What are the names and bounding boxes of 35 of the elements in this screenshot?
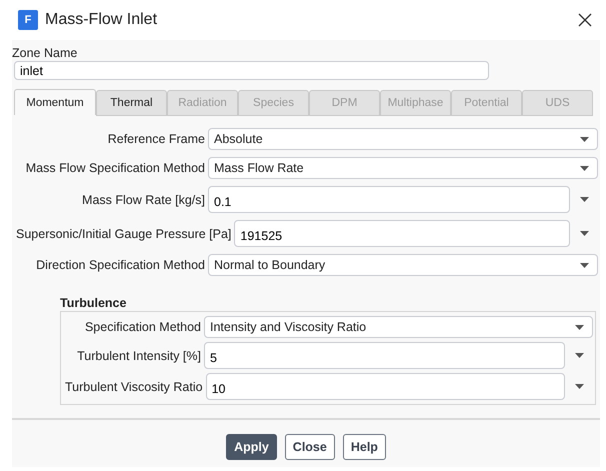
section-title: Turbulence — [60, 296, 128, 310]
dialog-button[interactable]: Close — [284, 434, 335, 460]
caret-icon — [580, 262, 589, 268]
input-field[interactable]: 191525 — [234, 220, 570, 247]
field-label: Zone Name — [12, 46, 78, 60]
caret-icon — [580, 166, 589, 170]
caret-icon — [580, 197, 588, 202]
caret-icon — [580, 136, 589, 142]
input-field[interactable]: 0.1 — [208, 186, 570, 213]
input-field[interactable]: 5 — [204, 342, 565, 369]
window-title: Mass-Flow Inlet — [45, 11, 158, 29]
dropdown[interactable]: Absolute — [208, 128, 598, 150]
input-field[interactable]: 10 — [206, 373, 565, 400]
field-label: Reference Frame — [106, 132, 206, 146]
app-icon: F — [18, 10, 38, 30]
dialog-button[interactable]: Help — [342, 434, 386, 460]
tab[interactable]: Thermal — [96, 90, 167, 116]
field-label: Mass Flow Rate [kg/s] — [81, 192, 206, 206]
field-label: Turbulent Intensity [%] — [76, 348, 202, 362]
zone-name-field[interactable]: inlet — [14, 61, 489, 80]
tab[interactable]: Momentum — [14, 89, 96, 115]
field-label: Supersonic/Initial Gauge Pressure [Pa] — [16, 226, 232, 240]
dropdown[interactable]: Mass Flow Rate — [208, 157, 598, 179]
close-icon[interactable] — [578, 13, 592, 27]
field-label: Specification Method — [84, 320, 202, 334]
dialog-button[interactable]: Apply — [226, 434, 277, 460]
field-label: Direction Specification Method — [35, 258, 206, 272]
caret-icon — [580, 231, 588, 236]
caret-icon — [575, 324, 584, 330]
caret-icon — [574, 353, 584, 358]
dropdown[interactable]: Intensity and Viscosity Ratio — [204, 316, 593, 338]
field-label: Mass Flow Specification Method — [24, 161, 206, 175]
caret-icon — [574, 384, 584, 389]
dropdown[interactable]: Normal to Boundary — [208, 254, 598, 276]
field-label: Turbulent Viscosity Ratio — [65, 380, 204, 394]
